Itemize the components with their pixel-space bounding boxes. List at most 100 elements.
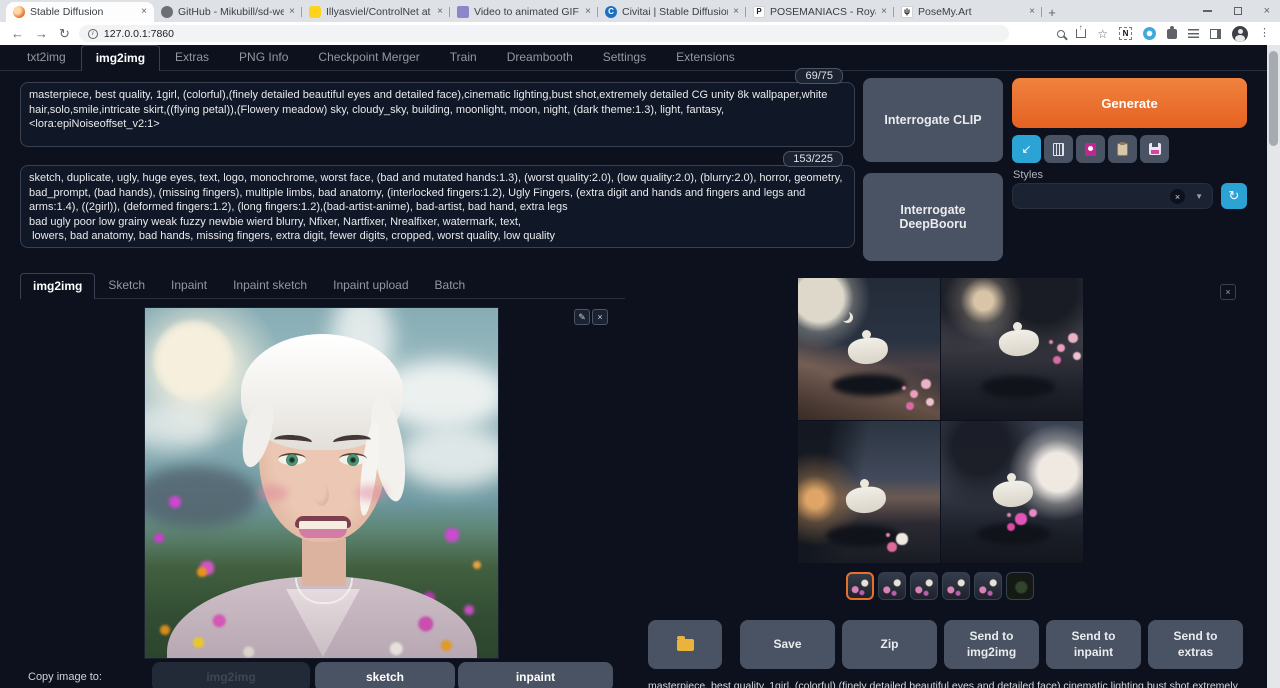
tab-dreambooth[interactable]: Dreambooth bbox=[492, 44, 588, 70]
gallery-image-1[interactable] bbox=[798, 278, 940, 420]
browser-tab-strip: Stable Diffusion × GitHub - Mikubill/sd-… bbox=[0, 0, 1280, 22]
bookmark-star-icon[interactable]: ☆ bbox=[1097, 28, 1108, 40]
open-folder-button[interactable] bbox=[648, 620, 722, 669]
zip-button[interactable]: Zip bbox=[842, 620, 937, 669]
tab-settings[interactable]: Settings bbox=[588, 44, 661, 70]
close-window-icon[interactable]: × bbox=[1264, 6, 1270, 17]
send-to-inpaint-button[interactable]: Send to inpaint bbox=[1046, 620, 1141, 669]
tab-txt2img[interactable]: txt2img bbox=[12, 44, 81, 70]
tab-close-icon[interactable]: × bbox=[141, 7, 147, 17]
copy-to-inpaint-button[interactable]: inpaint bbox=[458, 662, 613, 688]
back-icon[interactable]: ← bbox=[11, 27, 24, 40]
tab-extensions[interactable]: Extensions bbox=[661, 44, 750, 70]
negative-prompt-input[interactable]: sketch, duplicate, ugly, huge eyes, text… bbox=[20, 165, 855, 248]
tab-img2img[interactable]: img2img bbox=[81, 45, 160, 71]
forward-icon[interactable]: → bbox=[35, 27, 48, 40]
gallery-image-2[interactable] bbox=[941, 278, 1083, 420]
sidebar-icon[interactable] bbox=[1210, 29, 1221, 39]
url-text: 127.0.0.1:7860 bbox=[104, 28, 174, 40]
generate-button[interactable]: Generate bbox=[1012, 78, 1247, 128]
clear-styles-icon[interactable]: × bbox=[1170, 189, 1185, 204]
interrogate-deepbooru-button[interactable]: Interrogate DeepBooru bbox=[863, 173, 1003, 261]
output-gallery: × bbox=[640, 268, 1255, 688]
save-button[interactable]: Save bbox=[740, 620, 835, 669]
send-to-extras-button[interactable]: Send to extras bbox=[1148, 620, 1243, 669]
subtab-batch[interactable]: Batch bbox=[422, 272, 479, 298]
tab-train[interactable]: Train bbox=[435, 44, 492, 70]
tab-checkpoint-merger[interactable]: Checkpoint Merger bbox=[303, 44, 434, 70]
tab-title: GitHub - Mikubill/sd-webui-co bbox=[178, 6, 284, 18]
tab-close-icon[interactable]: × bbox=[289, 7, 295, 17]
browser-tab-posemyart[interactable]: ψ PoseMy.Art × bbox=[894, 2, 1042, 22]
img2img-source-panel: ✎ × bbox=[20, 299, 625, 663]
remove-image-icon[interactable]: × bbox=[592, 309, 608, 325]
browser-tab-github[interactable]: GitHub - Mikubill/sd-webui-co × bbox=[154, 2, 302, 22]
thumbnail-4[interactable] bbox=[942, 572, 970, 600]
thumbnail-1-selected[interactable] bbox=[846, 572, 874, 600]
thumbnail-5[interactable] bbox=[974, 572, 1002, 600]
prompt-input[interactable]: masterpiece, best quality, 1girl, (color… bbox=[20, 82, 855, 147]
art-flower-bokeh-orange bbox=[145, 308, 149, 312]
tab-extras[interactable]: Extras bbox=[160, 44, 224, 70]
tab-close-icon[interactable]: × bbox=[585, 7, 591, 17]
zoom-icon[interactable] bbox=[1057, 30, 1065, 38]
subtab-inpaint[interactable]: Inpaint bbox=[158, 272, 220, 298]
subtab-img2img[interactable]: img2img bbox=[20, 273, 95, 299]
tab-close-icon[interactable]: × bbox=[1029, 7, 1035, 17]
extension-blue-icon[interactable] bbox=[1143, 27, 1156, 40]
scrollbar-thumb[interactable] bbox=[1269, 51, 1278, 146]
tab-close-icon[interactable]: × bbox=[881, 7, 887, 17]
thumbnail-3[interactable] bbox=[910, 572, 938, 600]
extra-networks-button[interactable] bbox=[1076, 135, 1105, 163]
gallery-image-3[interactable] bbox=[798, 421, 940, 563]
browser-tab-posemaniacs[interactable]: P POSEMANIACS - Royalty free 3 × bbox=[746, 2, 894, 22]
copy-to-sketch-button[interactable]: sketch bbox=[315, 662, 455, 688]
tab-close-icon[interactable]: × bbox=[733, 7, 739, 17]
posemyart-favicon: ψ bbox=[901, 6, 913, 18]
extensions-puzzle-icon[interactable] bbox=[1167, 29, 1177, 39]
source-image-portrait[interactable] bbox=[145, 308, 498, 658]
folder-icon bbox=[677, 639, 694, 651]
minimize-icon[interactable] bbox=[1203, 10, 1212, 12]
browser-menu-icon[interactable]: ⋮ bbox=[1259, 28, 1270, 39]
tab-png-info[interactable]: PNG Info bbox=[224, 44, 303, 70]
clear-prompt-button[interactable] bbox=[1044, 135, 1073, 163]
tab-close-icon[interactable]: × bbox=[437, 7, 443, 17]
trash-icon bbox=[1053, 143, 1064, 156]
gallery-image-4[interactable] bbox=[941, 421, 1083, 563]
playlist-icon[interactable] bbox=[1188, 29, 1199, 38]
styles-dropdown[interactable]: × ▼ bbox=[1012, 183, 1213, 209]
read-parameters-button[interactable]: ↙ bbox=[1012, 135, 1041, 163]
gif-converter-favicon bbox=[457, 6, 469, 18]
image-edit-buttons: ✎ × bbox=[574, 309, 608, 325]
browser-tab-civitai[interactable]: C Civitai | Stable Diffusion model × bbox=[598, 2, 746, 22]
reload-icon[interactable]: ↻ bbox=[59, 27, 70, 40]
maximize-icon[interactable] bbox=[1234, 7, 1242, 15]
send-to-img2img-button[interactable]: Send to img2img bbox=[944, 620, 1039, 669]
extension-n-icon[interactable]: N bbox=[1119, 27, 1132, 40]
subtab-inpaint-upload[interactable]: Inpaint upload bbox=[320, 272, 421, 298]
browser-tab-gif-converter[interactable]: Video to animated GIF converter × bbox=[450, 2, 598, 22]
thumbnail-2[interactable] bbox=[878, 572, 906, 600]
gallery-thumbnails bbox=[846, 572, 1034, 600]
site-info-icon[interactable]: i bbox=[88, 29, 98, 39]
thumbnail-6[interactable] bbox=[1006, 572, 1034, 600]
save-style-button[interactable] bbox=[1140, 135, 1169, 163]
address-bar[interactable]: i 127.0.0.1:7860 bbox=[79, 25, 1009, 42]
subtab-sketch[interactable]: Sketch bbox=[95, 272, 158, 298]
share-icon[interactable] bbox=[1076, 29, 1086, 38]
art-petals bbox=[886, 533, 890, 537]
page-scrollbar[interactable] bbox=[1267, 45, 1280, 688]
profile-avatar[interactable] bbox=[1232, 26, 1248, 42]
subtab-inpaint-sketch[interactable]: Inpaint sketch bbox=[220, 272, 320, 298]
close-gallery-icon[interactable]: × bbox=[1220, 284, 1236, 300]
new-tab-button[interactable]: + bbox=[1042, 2, 1062, 22]
art-teeth bbox=[299, 521, 347, 529]
refresh-styles-button[interactable]: ↻ bbox=[1221, 183, 1247, 209]
interrogate-clip-button[interactable]: Interrogate CLIP bbox=[863, 78, 1003, 162]
art-cloud bbox=[397, 426, 498, 488]
browser-tab-controlnet[interactable]: Illyasviel/ControlNet at main × bbox=[302, 2, 450, 22]
apply-style-button[interactable] bbox=[1108, 135, 1137, 163]
browser-tab-stable-diffusion[interactable]: Stable Diffusion × bbox=[6, 2, 154, 22]
edit-image-icon[interactable]: ✎ bbox=[574, 309, 590, 325]
